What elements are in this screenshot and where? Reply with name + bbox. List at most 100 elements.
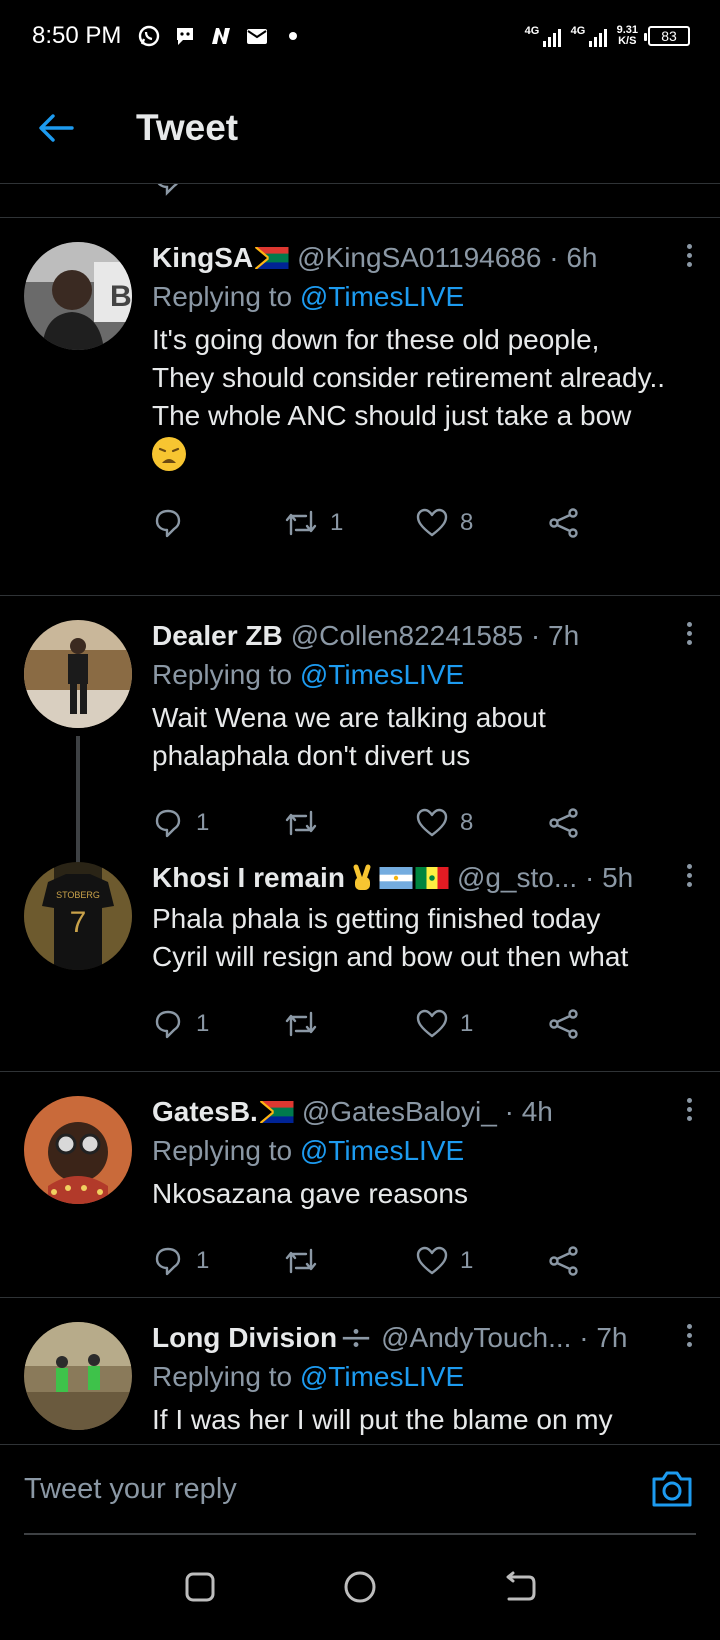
reply-button[interactable] (152, 507, 284, 539)
network-type-2: 4G (570, 25, 586, 37)
heart-icon (416, 508, 448, 537)
like-button[interactable]: 8 (416, 808, 548, 838)
handle[interactable]: @KingSA01194686 (297, 242, 541, 274)
mail-icon (245, 24, 269, 48)
avatar[interactable] (24, 1322, 132, 1430)
replying-prefix: Replying to (152, 1135, 293, 1166)
share-icon (549, 508, 578, 538)
handle[interactable]: @AndyTouch... (381, 1322, 571, 1354)
reply-input[interactable] (24, 1445, 696, 1535)
tweet-item[interactable]: Dealer ZB @Collen82241585 · 7h Replying … (0, 596, 720, 878)
more-options-icon[interactable] (684, 864, 694, 887)
reply-icon (155, 1010, 181, 1039)
replying-mention-link[interactable]: @TimesLIVE (300, 1361, 464, 1392)
retweet-button[interactable] (284, 1009, 416, 1039)
tweet-item[interactable]: GatesB. @GatesBaloyi_ · 4h Replying to @… (0, 1072, 720, 1298)
home-button[interactable] (338, 1565, 382, 1609)
network-type-1: 4G (524, 25, 540, 37)
reply-button[interactable]: 1 (152, 807, 284, 839)
back-return-icon (506, 1571, 536, 1601)
replying-to: Replying to @TimesLIVE (152, 1135, 680, 1171)
more-options-icon[interactable] (684, 1324, 694, 1347)
like-count: 1 (460, 1010, 474, 1037)
back-button[interactable] (498, 1565, 542, 1609)
like-count: 8 (460, 509, 474, 536)
home-circle-icon (344, 1571, 376, 1603)
share-button[interactable] (548, 507, 680, 539)
replying-mention-link[interactable]: @TimesLIVE (300, 1135, 464, 1166)
like-button[interactable]: 1 (416, 1009, 548, 1039)
display-name[interactable]: KingSA (152, 242, 253, 274)
handle[interactable]: @g_sto... (457, 862, 577, 894)
more-options-icon[interactable] (684, 622, 694, 645)
svg-text:STOBERG: STOBERG (56, 890, 100, 900)
south-africa-flag-icon (255, 247, 289, 269)
battery-level: 83 (661, 28, 677, 44)
replying-to: Replying to @TimesLIVE (152, 1361, 680, 1397)
avatar[interactable] (24, 1096, 132, 1204)
reply-count: 1 (196, 1010, 210, 1037)
argentina-flag-icon (379, 867, 413, 889)
tweet-item[interactable]: B KingSA @KingSA01194686 · 6h Replying t… (0, 218, 720, 596)
timestamp: 7h (596, 1322, 628, 1353)
reply-button[interactable]: 1 (152, 1008, 284, 1040)
weary-face-emoji-icon (152, 437, 186, 471)
like-count: 8 (460, 809, 474, 836)
camera-icon[interactable] (650, 1469, 694, 1509)
replying-to: Replying to @TimesLIVE (152, 659, 680, 695)
signal-icon: 4G (571, 25, 607, 47)
top-app-bar: Tweet (0, 72, 720, 184)
tweet-text: If I was her I will put the blame on my (152, 1404, 613, 1435)
back-arrow-icon[interactable] (34, 106, 78, 150)
share-button[interactable] (548, 807, 680, 839)
more-options-icon[interactable] (684, 1098, 694, 1121)
signal-icon: 4G (525, 25, 561, 47)
replying-mention-link[interactable]: @TimesLIVE (300, 281, 464, 312)
timestamp: 6h (566, 242, 598, 273)
reply-feed[interactable]: B KingSA @KingSA01194686 · 6h Replying t… (0, 184, 720, 1444)
share-icon (549, 1009, 578, 1039)
net-speed-unit: K/S (618, 35, 637, 47)
like-button[interactable]: 8 (416, 508, 548, 538)
tweet-text: It's going down for these old people, Th… (152, 324, 666, 431)
timestamp: 7h (548, 620, 580, 651)
status-time: 8:50 PM (32, 22, 122, 49)
recents-button[interactable] (178, 1565, 222, 1609)
reply-icon (155, 509, 181, 538)
reply-count: 1 (196, 809, 210, 836)
tweet-item[interactable]: Long Division @AndyTouch... · 7h Replyin… (0, 1298, 720, 1444)
tweet-item[interactable]: STOBERG 7 Khosi I remain @g_sto... · 5h P… (0, 854, 720, 1072)
reply-count: 1 (196, 1247, 210, 1274)
handle[interactable]: @GatesBaloyi_ (302, 1096, 497, 1128)
replying-prefix: Replying to (152, 1361, 293, 1392)
share-icon (549, 808, 578, 838)
tweet-text: Wait Wena we are talking about phalaphal… (152, 702, 546, 771)
display-name[interactable]: Khosi I remain (152, 862, 345, 894)
avatar[interactable]: B (24, 242, 132, 350)
svg-text:7: 7 (70, 906, 87, 939)
reply-button[interactable]: 1 (152, 1245, 284, 1277)
retweet-count: 1 (330, 509, 344, 536)
avatar[interactable] (24, 620, 132, 728)
handle[interactable]: @Collen82241585 (291, 620, 523, 652)
display-name[interactable]: Long Division (152, 1322, 337, 1354)
share-button[interactable] (548, 1245, 680, 1277)
like-button[interactable]: 1 (416, 1246, 548, 1276)
heart-icon (416, 808, 448, 837)
retweet-button[interactable] (284, 1246, 416, 1276)
retweet-icon (285, 1248, 317, 1274)
reply-icon[interactable] (152, 184, 184, 196)
recents-square-icon (185, 1572, 215, 1602)
display-name[interactable]: Dealer ZB (152, 620, 283, 652)
retweet-button[interactable] (284, 808, 416, 838)
share-button[interactable] (548, 1008, 680, 1040)
share-icon (549, 1246, 578, 1276)
retweet-button[interactable]: 1 (284, 508, 416, 538)
retweet-icon (285, 510, 317, 536)
more-options-icon[interactable] (684, 244, 694, 267)
avatar[interactable]: STOBERG 7 (24, 862, 132, 970)
reply-icon (155, 809, 181, 838)
replying-prefix: Replying to (152, 281, 293, 312)
replying-mention-link[interactable]: @TimesLIVE (300, 659, 464, 690)
display-name[interactable]: GatesB. (152, 1096, 258, 1128)
